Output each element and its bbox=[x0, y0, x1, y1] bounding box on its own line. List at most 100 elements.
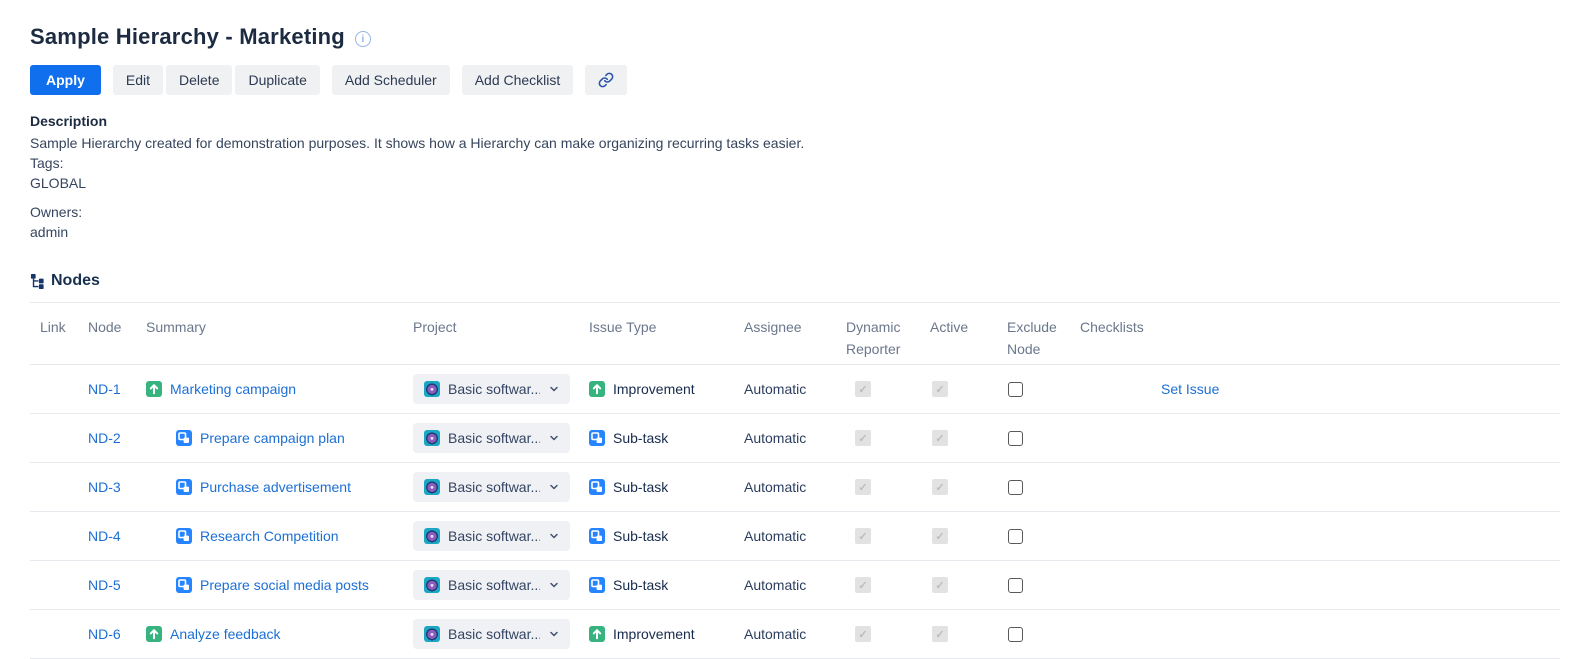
node-link[interactable]: ND-6 bbox=[88, 626, 121, 642]
exclude-node-checkbox[interactable] bbox=[1008, 480, 1023, 495]
summary-link[interactable]: Prepare social media posts bbox=[200, 577, 369, 593]
summary-link[interactable]: Research Competition bbox=[200, 528, 339, 544]
project-select[interactable]: Basic softwar... bbox=[413, 374, 570, 404]
issue-type-icon bbox=[176, 430, 192, 446]
project-label: Basic softwar... bbox=[448, 626, 540, 642]
chevron-down-icon bbox=[548, 628, 560, 640]
active-checkbox bbox=[932, 626, 948, 642]
project-select[interactable]: Basic softwar... bbox=[413, 521, 570, 551]
issue-type-label: Sub-task bbox=[613, 528, 668, 544]
page-title: Sample Hierarchy - Marketing bbox=[30, 24, 345, 50]
summary-link[interactable]: Marketing campaign bbox=[170, 381, 296, 397]
assignee-value: Automatic bbox=[744, 528, 806, 544]
nodes-heading: Nodes bbox=[30, 272, 1560, 290]
assignee-value: Automatic bbox=[744, 577, 806, 593]
apply-button[interactable]: Apply bbox=[30, 65, 101, 95]
project-select[interactable]: Basic softwar... bbox=[413, 570, 570, 600]
dynamic-reporter-checkbox bbox=[855, 528, 871, 544]
node-link[interactable]: ND-1 bbox=[88, 381, 121, 397]
issue-type-icon bbox=[176, 528, 192, 544]
hierarchy-icon bbox=[30, 273, 45, 289]
assignee-value: Automatic bbox=[744, 626, 806, 642]
description-heading: Description bbox=[30, 111, 1560, 131]
exclude-node-checkbox[interactable] bbox=[1008, 382, 1023, 397]
issue-type-label: Improvement bbox=[613, 626, 695, 642]
project-select[interactable]: Basic softwar... bbox=[413, 619, 570, 649]
add-scheduler-button[interactable]: Add Scheduler bbox=[332, 65, 450, 95]
delete-button[interactable]: Delete bbox=[166, 65, 232, 95]
table-row: ND-5 Prepare social media posts Basic so… bbox=[30, 561, 1560, 610]
project-label: Basic softwar... bbox=[448, 479, 540, 495]
column-header-node: Node bbox=[88, 316, 146, 338]
assignee-value: Automatic bbox=[744, 381, 806, 397]
copy-link-button[interactable] bbox=[585, 65, 627, 95]
column-header-summary: Summary bbox=[146, 316, 413, 338]
project-avatar-icon bbox=[424, 430, 440, 446]
dynamic-reporter-checkbox bbox=[855, 577, 871, 593]
active-checkbox bbox=[932, 577, 948, 593]
dynamic-reporter-checkbox bbox=[855, 381, 871, 397]
summary-link[interactable]: Analyze feedback bbox=[170, 626, 281, 642]
chain-link-icon bbox=[598, 72, 614, 88]
issue-type-icon bbox=[589, 528, 605, 544]
issue-type-icon bbox=[176, 577, 192, 593]
assignee-value: Automatic bbox=[744, 479, 806, 495]
node-link[interactable]: ND-4 bbox=[88, 528, 121, 544]
project-label: Basic softwar... bbox=[448, 528, 540, 544]
exclude-node-checkbox[interactable] bbox=[1008, 627, 1023, 642]
owners-label: Owners: bbox=[30, 202, 1560, 222]
node-link[interactable]: ND-2 bbox=[88, 430, 121, 446]
chevron-down-icon bbox=[548, 579, 560, 591]
nodes-table: Link Node Summary Project Issue Type Ass… bbox=[30, 302, 1560, 659]
issue-type-icon bbox=[146, 626, 162, 642]
issue-type-icon bbox=[589, 381, 605, 397]
duplicate-button[interactable]: Duplicate bbox=[235, 65, 319, 95]
set-issue-link[interactable]: Set Issue bbox=[1161, 381, 1219, 397]
exclude-node-checkbox[interactable] bbox=[1008, 431, 1023, 446]
active-checkbox bbox=[932, 479, 948, 495]
issue-type-icon bbox=[589, 626, 605, 642]
node-link[interactable]: ND-5 bbox=[88, 577, 121, 593]
page: Sample Hierarchy - Marketing Apply Edit … bbox=[0, 0, 1586, 659]
issue-type-icon bbox=[589, 577, 605, 593]
nodes-heading-label: Nodes bbox=[51, 272, 100, 290]
issue-type-label: Sub-task bbox=[613, 430, 668, 446]
description-text: Sample Hierarchy created for demonstrati… bbox=[30, 133, 1560, 153]
toolbar: Apply Edit Delete Duplicate Add Schedule… bbox=[30, 65, 1560, 95]
summary-link[interactable]: Prepare campaign plan bbox=[200, 430, 345, 446]
project-avatar-icon bbox=[424, 577, 440, 593]
exclude-node-checkbox[interactable] bbox=[1008, 529, 1023, 544]
add-checklist-button[interactable]: Add Checklist bbox=[462, 65, 574, 95]
edit-button[interactable]: Edit bbox=[113, 65, 163, 95]
chevron-down-icon bbox=[548, 383, 560, 395]
column-header-issue-type: Issue Type bbox=[589, 316, 744, 338]
project-label: Basic softwar... bbox=[448, 577, 540, 593]
table-row: ND-4 Research Competition Basic softwar.… bbox=[30, 512, 1560, 561]
tags-value: GLOBAL bbox=[30, 173, 1560, 193]
chevron-down-icon bbox=[548, 432, 560, 444]
column-header-assignee: Assignee bbox=[744, 316, 846, 338]
issue-type-icon bbox=[176, 479, 192, 495]
project-avatar-icon bbox=[424, 528, 440, 544]
project-select[interactable]: Basic softwar... bbox=[413, 472, 570, 502]
column-header-checklists: Checklists bbox=[1080, 316, 1560, 338]
project-select[interactable]: Basic softwar... bbox=[413, 423, 570, 453]
description-section: Description Sample Hierarchy created for… bbox=[30, 111, 1560, 242]
exclude-node-checkbox[interactable] bbox=[1008, 578, 1023, 593]
table-header: Link Node Summary Project Issue Type Ass… bbox=[30, 303, 1560, 365]
chevron-down-icon bbox=[548, 530, 560, 542]
table-row: ND-6 Analyze feedback Basic softwar... bbox=[30, 610, 1560, 659]
issue-type-label: Improvement bbox=[613, 381, 695, 397]
table-row: ND-1 Marketing campaign Basic softwar... bbox=[30, 365, 1560, 414]
node-link[interactable]: ND-3 bbox=[88, 479, 121, 495]
column-header-project: Project bbox=[413, 316, 589, 338]
issue-type-icon bbox=[146, 381, 162, 397]
dynamic-reporter-checkbox bbox=[855, 430, 871, 446]
info-icon[interactable] bbox=[355, 31, 371, 47]
issue-type-icon bbox=[589, 430, 605, 446]
tags-label: Tags: bbox=[30, 153, 1560, 173]
project-avatar-icon bbox=[424, 381, 440, 397]
active-checkbox bbox=[932, 430, 948, 446]
summary-link[interactable]: Purchase advertisement bbox=[200, 479, 351, 495]
project-label: Basic softwar... bbox=[448, 430, 540, 446]
